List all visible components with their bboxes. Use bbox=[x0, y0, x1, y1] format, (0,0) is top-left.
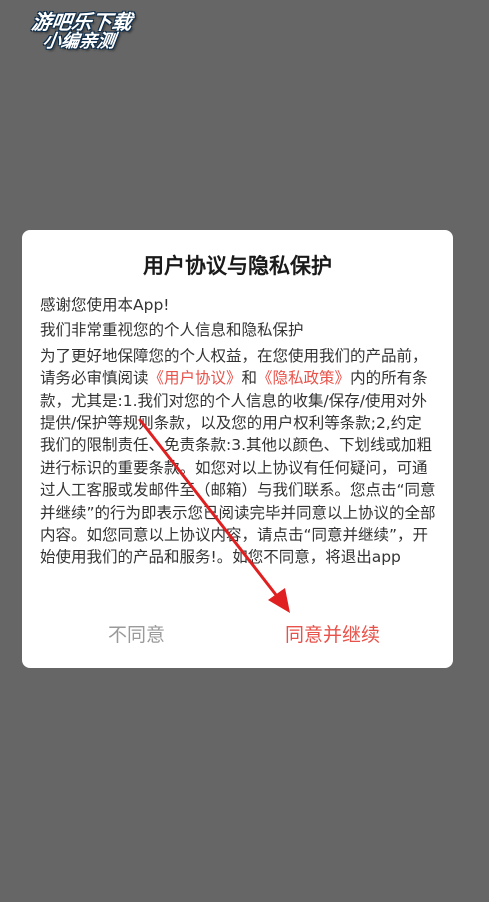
agreement-dialog: 用户协议与隐私保护 感谢您使用本App! 我们非常重视您的个人信息和隐私保护 为… bbox=[22, 230, 453, 668]
privacy-intro-text: 我们非常重视您的个人信息和隐私保护 bbox=[40, 321, 304, 340]
watermark-logo: 游吧乐下载 小编亲测 bbox=[8, 10, 150, 64]
dialog-body: 感谢您使用本App! 我们非常重视您的个人信息和隐私保护 为了更好地保障您的个人… bbox=[40, 294, 437, 572]
agree-continue-button[interactable]: 同意并继续 bbox=[285, 620, 380, 647]
watermark-line1: 游吧乐下载 bbox=[30, 10, 134, 34]
agreement-detail-text: 为了更好地保障您的个人权益，在您使用我们的产品前，请务必审慎阅读《用户协议》和《… bbox=[40, 345, 437, 569]
and-text: 和 bbox=[241, 369, 258, 388]
disagree-button[interactable]: 不同意 bbox=[108, 620, 165, 647]
dialog-title: 用户协议与隐私保护 bbox=[143, 254, 332, 278]
watermark-line2: 小编亲测 bbox=[41, 31, 117, 52]
user-agreement-link[interactable]: 《用户协议》 bbox=[149, 369, 242, 387]
detail-text-after: 内的所有条款，尤其是:1.我们对您的个人信息的收集/保存/使用对外提供/保护等规… bbox=[40, 369, 436, 567]
privacy-policy-link[interactable]: 《隐私政策》 bbox=[257, 369, 350, 387]
thanks-text: 感谢您使用本App! bbox=[40, 296, 170, 314]
